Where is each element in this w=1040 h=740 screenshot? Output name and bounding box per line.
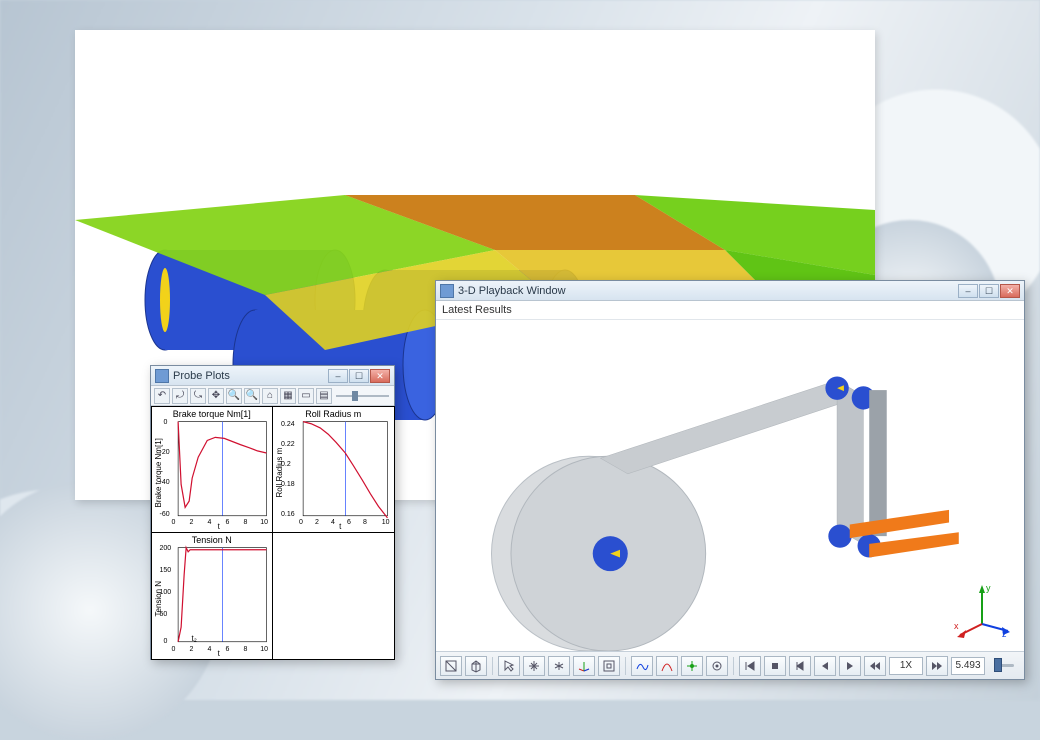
close-button[interactable]: ✕ <box>370 369 390 383</box>
plot-empty <box>272 532 395 660</box>
playback-window[interactable]: 3-D Playback Window – ☐ ✕ Latest Results <box>435 280 1025 680</box>
minimize-button[interactable]: – <box>958 284 978 298</box>
play-icon[interactable] <box>839 656 861 676</box>
layout2-icon[interactable]: ▤ <box>316 388 332 404</box>
fit-icon[interactable]: ⌂ <box>262 388 278 404</box>
rewind-icon[interactable] <box>864 656 886 676</box>
probe-plots-window[interactable]: Probe Plots – ☐ ✕ ↶ ⤾ ⤿ ✥ 🔍+ 🔍− ⌂ ▦ ▭ ▤ … <box>150 365 395 660</box>
probe-titlebar[interactable]: Probe Plots – ☐ ✕ <box>151 366 394 386</box>
axis-gizmo: y z x <box>952 579 1012 639</box>
playback-3d-viewport[interactable]: y z x <box>436 320 1024 651</box>
layout1-icon[interactable]: ▭ <box>298 388 314 404</box>
playback-window-title: 3-D Playback Window <box>458 285 954 297</box>
time-readout[interactable]: 5.493 <box>951 657 985 675</box>
plot-tension[interactable]: Tension N Tension N 200 150 100 50 0 0 2… <box>151 532 274 660</box>
svg-text:z: z <box>1002 629 1007 639</box>
cube-icon[interactable] <box>465 656 487 676</box>
playback-subtitle: Latest Results <box>436 301 1024 320</box>
maximize-button[interactable]: ☐ <box>979 284 999 298</box>
probe-window-icon <box>155 369 169 383</box>
playback-3d-scene <box>436 320 1024 651</box>
settings-icon[interactable] <box>706 656 728 676</box>
svg-text:x: x <box>954 621 959 631</box>
zoom-out-icon[interactable]: 🔍− <box>244 388 260 404</box>
path-icon[interactable] <box>656 656 678 676</box>
marker-icon[interactable] <box>681 656 703 676</box>
pan-icon[interactable] <box>523 656 545 676</box>
rotate-icon[interactable]: ⤿ <box>190 388 206 404</box>
play-back-icon[interactable] <box>814 656 836 676</box>
skip-start-icon[interactable] <box>739 656 761 676</box>
close-button[interactable]: ✕ <box>1000 284 1020 298</box>
probe-time-slider[interactable] <box>334 395 391 397</box>
svg-text:y: y <box>986 583 991 593</box>
playback-toolbar: 1X 5.493 <box>436 651 1024 679</box>
probe-window-title: Probe Plots <box>173 370 324 382</box>
rotate-icon[interactable] <box>548 656 570 676</box>
playback-time-slider[interactable] <box>988 664 1020 667</box>
perspective-icon[interactable] <box>440 656 462 676</box>
axis-icon[interactable] <box>573 656 595 676</box>
playback-window-icon <box>440 284 454 298</box>
minimize-button[interactable]: – <box>328 369 348 383</box>
playback-titlebar[interactable]: 3-D Playback Window – ☐ ✕ <box>436 281 1024 301</box>
stop-icon[interactable] <box>764 656 786 676</box>
plot-roll-radius[interactable]: Roll Radius m Roll Radius m 0.24 0.22 0.… <box>272 406 395 534</box>
zoom-in-icon[interactable]: 🔍+ <box>226 388 242 404</box>
step-back-icon[interactable] <box>789 656 811 676</box>
ffwd-icon[interactable] <box>926 656 948 676</box>
maximize-button[interactable]: ☐ <box>349 369 369 383</box>
redo-icon[interactable]: ⤾ <box>172 388 188 404</box>
plot-brake-torque[interactable]: Brake torque Nm[1] Brake torque Nm[1] 0 … <box>151 406 274 534</box>
pan-icon[interactable]: ✥ <box>208 388 224 404</box>
probe-toolbar: ↶ ⤾ ⤿ ✥ 🔍+ 🔍− ⌂ ▦ ▭ ▤ <box>151 386 394 406</box>
fit-icon[interactable] <box>598 656 620 676</box>
undo-icon[interactable]: ↶ <box>154 388 170 404</box>
trace-icon[interactable] <box>631 656 653 676</box>
annotation-t2: t₂ <box>192 634 197 643</box>
probe-plot-grid: Brake torque Nm[1] Brake torque Nm[1] 0 … <box>151 406 394 659</box>
speed-readout[interactable]: 1X <box>889 657 923 675</box>
grid-icon[interactable]: ▦ <box>280 388 296 404</box>
select-icon[interactable] <box>498 656 520 676</box>
